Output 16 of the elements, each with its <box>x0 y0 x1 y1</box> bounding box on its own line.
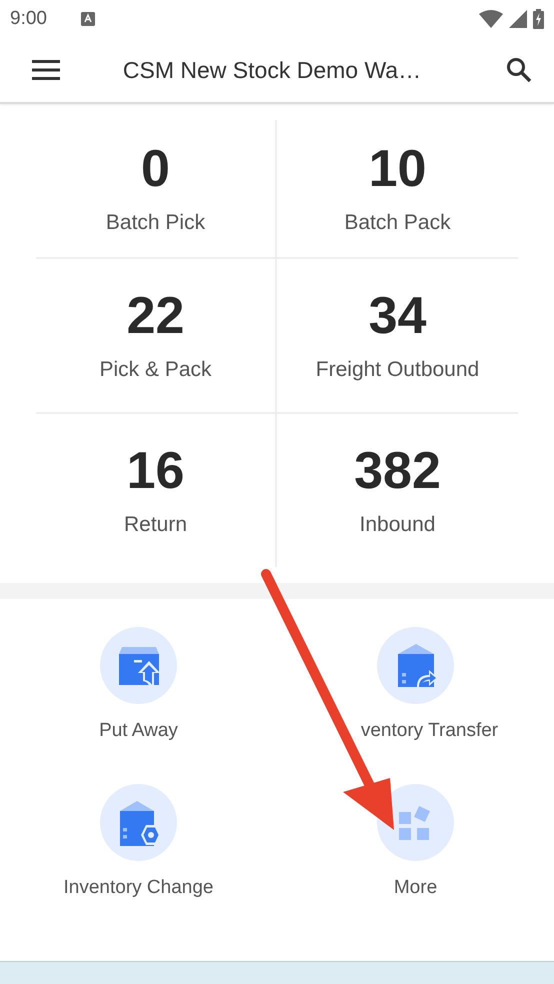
wifi-icon <box>479 10 503 28</box>
keyboard-icon <box>80 12 95 26</box>
stat-tile[interactable]: 22 Pick & Pack <box>36 259 277 414</box>
action-button[interactable]: Put Away <box>0 627 277 742</box>
stat-tile[interactable]: 382 Inbound <box>277 414 518 567</box>
apps-icon <box>398 806 432 840</box>
status-time: 9:00 <box>10 8 47 30</box>
stat-tile[interactable]: 34 Freight Outbound <box>277 259 518 414</box>
signal-icon <box>509 10 527 28</box>
battery-icon <box>533 9 544 29</box>
stat-tile[interactable]: 10 Batch Pack <box>277 120 518 259</box>
app-title: CSM New Stock Demo Wa… <box>122 56 422 84</box>
action-button[interactable]: ventory Transfer <box>277 627 554 742</box>
stat-tile[interactable]: 0 Batch Pick <box>36 120 277 259</box>
action-button[interactable]: Inventory Change <box>0 784 277 899</box>
stat-tile[interactable]: 16 Return <box>36 414 277 567</box>
